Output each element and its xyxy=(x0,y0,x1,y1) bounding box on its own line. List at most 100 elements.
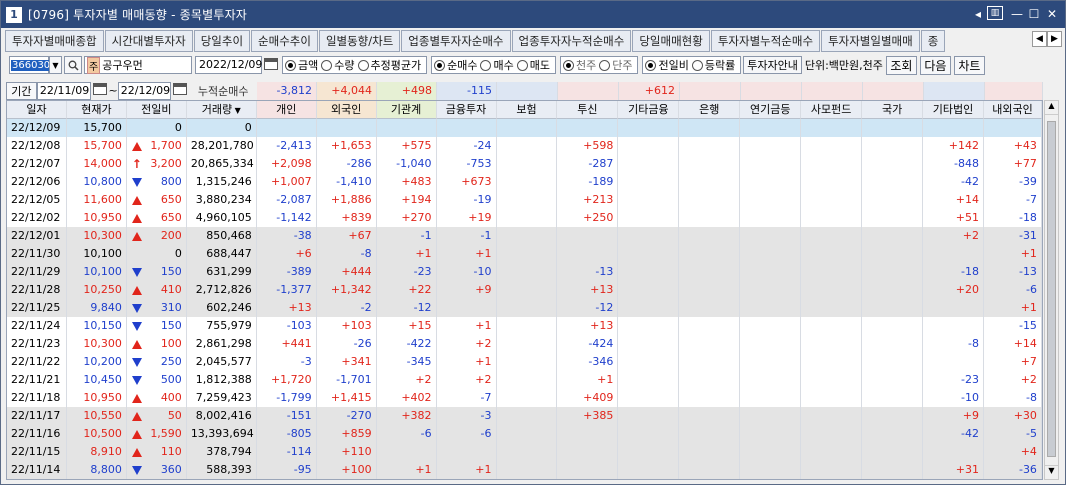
table-row[interactable]: 22/12/05 11,600 650 3,880,234 -2,087 +1,886 +1… xyxy=(7,191,1042,209)
column-header-6[interactable]: 기관계 xyxy=(376,101,437,119)
upper-limit-arrow-icon: ↑ xyxy=(131,157,142,171)
tab-7[interactable]: 당일매매현황 xyxy=(632,30,710,52)
tab-prev-icon[interactable]: ◀ xyxy=(1032,31,1047,47)
cell-fi: +1 xyxy=(437,353,497,371)
cell-fo: +1 xyxy=(984,299,1042,317)
column-header-10[interactable]: 기타금융 xyxy=(618,101,680,119)
cell-ins xyxy=(497,443,558,461)
calendar-icon[interactable] xyxy=(92,83,107,98)
cell-ch: 100 xyxy=(127,335,187,353)
table-row[interactable]: 22/11/24 10,150 150 755,979 -103 +103 +15 +1 +13… xyxy=(7,317,1042,335)
column-header-2[interactable]: 전일비 xyxy=(126,101,187,119)
cell-p: 10,950 xyxy=(67,389,127,407)
column-header-3[interactable]: 거래량 ▼ xyxy=(186,101,257,119)
search-icon[interactable] xyxy=(64,56,82,74)
share-radio-0[interactable]: 천주 xyxy=(562,57,596,73)
table-row[interactable]: 22/12/09 15,700 0 0 xyxy=(7,119,1042,137)
table-row[interactable]: 22/11/28 10,250 410 2,712,826 -1,377 +1,342 +2… xyxy=(7,281,1042,299)
tab-5[interactable]: 업종별투자자순매수 xyxy=(401,30,511,52)
calendar-icon[interactable] xyxy=(264,57,278,73)
tab-strip: 투자자별매매종합 시간대별투자자 당일추이 순매수추이 일별동향/차트 업종별투자자순매수… xyxy=(5,30,1063,53)
column-header-16[interactable]: 내외국인 xyxy=(984,101,1042,119)
column-header-14[interactable]: 국가 xyxy=(862,101,924,119)
tab-next-icon[interactable]: ▶ xyxy=(1047,31,1062,47)
cell-pe xyxy=(801,263,863,281)
cell-tr: +13 xyxy=(557,281,619,299)
tab-8[interactable]: 투자자별누적순매수 xyxy=(710,30,821,52)
table-row[interactable]: 22/12/08 15,700 1,700 28,201,780 -2,413 +1,65… xyxy=(7,137,1042,155)
minimize-icon[interactable]: — xyxy=(1009,6,1025,22)
table-row[interactable]: 22/11/23 10,300 100 2,861,298 +441 -26 -422 +2 -… xyxy=(7,335,1042,353)
unit-radio-2[interactable]: 추정평균가 xyxy=(357,57,421,73)
search-button[interactable]: 조회 xyxy=(885,55,917,75)
table-row[interactable]: 22/11/15 8,910 110 378,794 -114 +110 +4 xyxy=(7,443,1042,461)
tab-0[interactable]: 투자자별매매종합 xyxy=(5,30,104,52)
scrollbar-thumb[interactable] xyxy=(1047,121,1056,457)
trade-radio-0[interactable]: 순매수 xyxy=(434,57,477,73)
cell-fi: +673 xyxy=(437,173,497,191)
tab-2[interactable]: 당일추이 xyxy=(193,30,251,52)
tab-1[interactable]: 시간대별투자자 xyxy=(104,30,193,52)
table-row[interactable]: 22/12/07 14,000 ↑ 3,200 20,865,334 +2,098 -286… xyxy=(7,155,1042,173)
cell-ins xyxy=(497,281,558,299)
column-header-15[interactable]: 기타법인 xyxy=(923,101,984,119)
calendar-icon[interactable] xyxy=(173,83,188,98)
table-row[interactable]: 22/11/30 10,100 0 688,447 +6 -8 +1 +1 +1 xyxy=(7,245,1042,263)
trade-radio-2[interactable]: 매도 xyxy=(516,57,550,73)
table-header: 일자 현재가 전일비 거래량 ▼ 개인 외국인 기관계 금융투자 보험 투신 기타금융 은행 연기금등 사… xyxy=(7,101,1042,119)
table-row[interactable]: 22/12/01 10,300 200 850,468 -38 +67 -1 -1 +2 -31 xyxy=(7,227,1042,245)
cell-ch: 250 xyxy=(127,353,187,371)
stock-code-field[interactable]: 366030 xyxy=(9,56,52,74)
share-radio-1[interactable]: 단주 xyxy=(599,57,632,73)
column-header-5[interactable]: 외국인 xyxy=(316,101,377,119)
trade-radio-1[interactable]: 매수 xyxy=(480,57,514,73)
tab-4[interactable]: 일별동향/차트 xyxy=(318,30,401,52)
table-row[interactable]: 22/11/17 10,550 50 8,002,416 -151 -270 +382 -3 +… xyxy=(7,407,1042,425)
tab-9[interactable]: 투자자별일별매매 xyxy=(821,30,920,52)
tab-6[interactable]: 업종투자자누적순매수 xyxy=(511,30,632,52)
investor-info-button[interactable]: 투자자안내 xyxy=(743,56,802,74)
period-to-field[interactable]: 22/12/09 xyxy=(117,81,172,100)
cell-o: +382 xyxy=(377,407,437,425)
compare-radio-group: 전일비 등락률 xyxy=(642,56,742,74)
column-header-1[interactable]: 현재가 xyxy=(66,101,127,119)
table-row[interactable]: 22/11/14 8,800 360 588,393 -95 +100 +1 +1 +31 -36 xyxy=(7,461,1042,479)
column-header-12[interactable]: 연기금등 xyxy=(740,101,802,119)
table-row[interactable]: 22/11/22 10,200 250 2,045,577 -3 +341 -345 +1 -3… xyxy=(7,353,1042,371)
vertical-scrollbar[interactable]: ▲ ▼ xyxy=(1044,100,1059,480)
column-header-8[interactable]: 보험 xyxy=(496,101,558,119)
prev-icon[interactable]: ◂ xyxy=(970,6,986,22)
table-row[interactable]: 22/11/25 9,840 310 602,246 +13 -2 -12 -12 +1 xyxy=(7,299,1042,317)
date-field[interactable]: 2022/12/09 xyxy=(195,56,262,74)
stock-name-field[interactable]: 주 공구우먼 xyxy=(84,56,192,74)
column-header-0[interactable]: 일자 xyxy=(7,101,67,119)
column-header-9[interactable]: 투신 xyxy=(557,101,619,119)
cell-ins xyxy=(497,191,558,209)
cell-bk xyxy=(679,371,741,389)
table-row[interactable]: 22/11/29 10,100 150 631,299 -389 +444 -23 -10 -1… xyxy=(7,263,1042,281)
table-row[interactable]: 22/11/16 10,500 1,590 13,393,694 -805 +859 -6-… xyxy=(7,425,1042,443)
unit-radio-0[interactable]: 금액 xyxy=(285,57,318,73)
maximize-icon[interactable]: ☐ xyxy=(1026,6,1042,22)
column-header-13[interactable]: 사모펀드 xyxy=(801,101,863,119)
period-from-field[interactable]: 22/11/09 xyxy=(36,81,91,100)
cumulative-cell xyxy=(924,81,985,100)
tab-3[interactable]: 순매수추이 xyxy=(251,30,318,52)
unit-radio-1[interactable]: 수량 xyxy=(321,57,355,73)
column-header-11[interactable]: 은행 xyxy=(679,101,741,119)
close-icon[interactable]: ✕ xyxy=(1044,6,1060,22)
code-dropdown-icon[interactable]: ▼ xyxy=(49,56,62,74)
cell-o: +15 xyxy=(377,317,437,335)
column-header-7[interactable]: 금융투자 xyxy=(436,101,497,119)
compare-radio-1[interactable]: 등락률 xyxy=(691,57,735,73)
chart-button[interactable]: 차트 xyxy=(953,55,985,75)
layout-icon[interactable]: ▥ xyxy=(987,6,1003,20)
compare-radio-0[interactable]: 전일비 xyxy=(645,57,689,73)
next-button[interactable]: 다음 xyxy=(919,55,951,75)
table-row[interactable]: 22/11/18 10,950 400 7,259,423 -1,799 +1,415 +4… xyxy=(7,389,1042,407)
column-header-4[interactable]: 개인 xyxy=(256,101,317,119)
table-row[interactable]: 22/12/02 10,950 650 4,960,105 -1,142 +839 +270… xyxy=(7,209,1042,227)
tab-10[interactable]: 종 xyxy=(920,30,946,52)
table-row[interactable]: 22/12/06 10,800 800 1,315,246 +1,007 -1,410 +4… xyxy=(7,173,1042,191)
table-row[interactable]: 22/11/21 10,450 500 1,812,388 +1,720 -1,701 +2… xyxy=(7,371,1042,389)
